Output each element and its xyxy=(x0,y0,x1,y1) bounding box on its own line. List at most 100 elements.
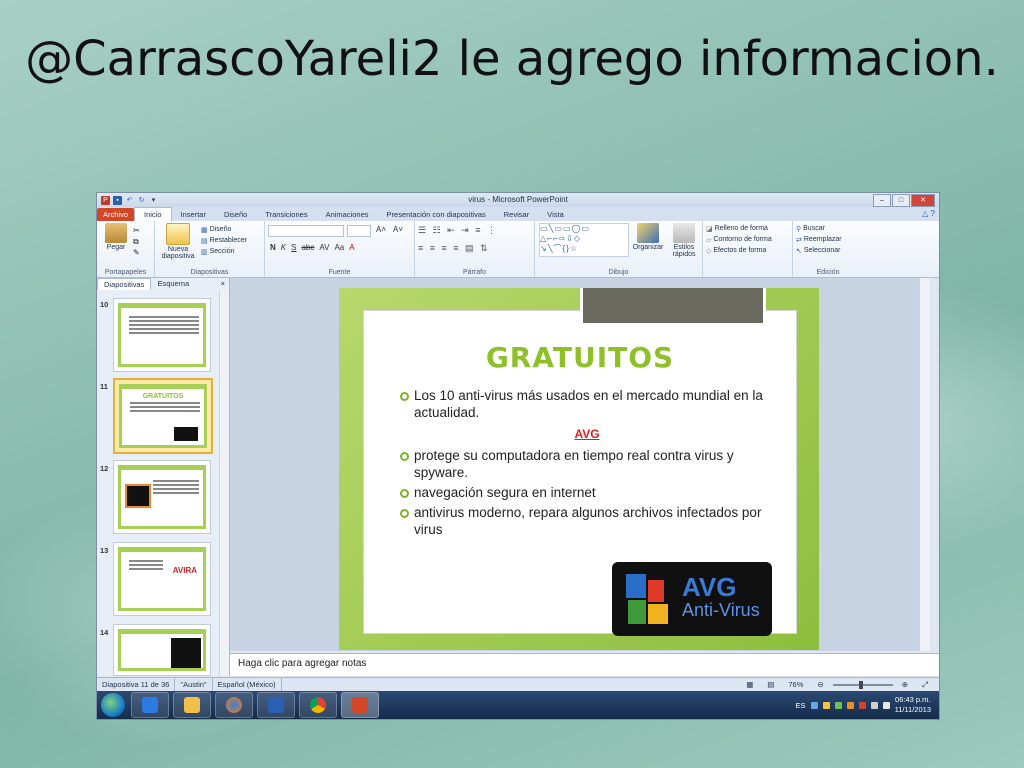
layout-button[interactable]: ▦ Diseño xyxy=(201,224,247,235)
clock-time: 06:43 p.m. xyxy=(895,695,931,704)
tab-transiciones[interactable]: Transiciones xyxy=(256,208,316,221)
tab-insertar[interactable]: Insertar xyxy=(172,208,215,221)
tab-outline[interactable]: Esquema xyxy=(151,278,195,290)
system-tray: ES 06:43 p.m. 11/11/2013 xyxy=(796,691,931,719)
shape-effects-button[interactable]: ◇ Efectos de forma xyxy=(706,245,789,256)
tab-animaciones[interactable]: Animaciones xyxy=(317,208,378,221)
grow-font-icon[interactable]: A˄ xyxy=(374,225,388,237)
shape-outline-button[interactable]: ▱ Contorno de forma xyxy=(706,234,789,245)
tab-revisar[interactable]: Revisar xyxy=(495,208,538,221)
slide-thumbnail[interactable] xyxy=(113,298,211,372)
zoom-slider[interactable] xyxy=(832,680,893,689)
select-button[interactable]: ↖ Seleccionar xyxy=(796,245,860,256)
group-portapapeles: Pegar ✂ ⧉ ✎ Portapapeles xyxy=(97,221,155,277)
tray-icon[interactable] xyxy=(810,701,818,709)
start-button[interactable] xyxy=(101,693,125,717)
list-buttons[interactable]: ☰ ☷ ⇤ ⇥ ≡ ⋮ xyxy=(418,225,531,236)
help-icon[interactable]: ? xyxy=(931,209,935,218)
view-sorter-icon[interactable]: ▤ xyxy=(762,678,779,691)
slide-thumbnail-selected[interactable]: GRATUITOS xyxy=(113,378,213,454)
current-slide[interactable]: GRATUITOS Los 10 anti-virus más usados e… xyxy=(339,288,819,650)
slide-editor: GRATUITOS Los 10 anti-virus más usados e… xyxy=(230,278,930,651)
reset-button[interactable]: ▤ Restablecer xyxy=(201,235,247,246)
network-icon[interactable] xyxy=(870,701,878,709)
quick-styles-button[interactable]: Estilos rápidos xyxy=(667,223,701,258)
zoom-out-icon[interactable]: ⊖ xyxy=(812,678,828,691)
windows-taskbar: ES 06:43 p.m. 11/11/2013 xyxy=(97,691,939,719)
new-slide-button[interactable]: Nueva diapositiva xyxy=(158,223,198,260)
taskbar-powerpoint[interactable] xyxy=(341,692,379,718)
slide-thumbnail[interactable]: AVIRA xyxy=(113,542,211,616)
tray-icon[interactable] xyxy=(822,701,830,709)
minimize-ribbon-icon[interactable]: △ xyxy=(922,209,928,218)
arrange-button[interactable]: Organizar xyxy=(631,223,665,251)
binoculars-icon: ⚲ xyxy=(796,225,802,233)
italic-button[interactable]: K xyxy=(279,243,288,252)
section-button[interactable]: ▥ Sección xyxy=(201,246,247,257)
close-button[interactable]: ✕ xyxy=(911,194,935,207)
char-spacing-button[interactable]: AV xyxy=(317,243,331,252)
font-size-field[interactable] xyxy=(347,225,371,237)
format-painter-icon[interactable]: ✎ xyxy=(133,247,140,258)
fit-to-window-icon[interactable]: ⤢ xyxy=(917,678,933,691)
slide-counter: Diapositiva 11 de 36 xyxy=(97,678,176,692)
find-button[interactable]: ⚲ Buscar xyxy=(796,223,860,234)
tab-diseno[interactable]: Diseño xyxy=(215,208,256,221)
editor-scrollbar[interactable] xyxy=(919,278,930,651)
tab-slides[interactable]: Diapositivas xyxy=(97,278,152,290)
volume-icon[interactable] xyxy=(882,701,890,709)
slide-body[interactable]: Los 10 anti-virus más usados en el merca… xyxy=(400,387,774,541)
taskbar-chrome[interactable] xyxy=(299,692,337,718)
tab-presentacion[interactable]: Presentación con diapositivas xyxy=(378,208,495,221)
zoom-in-icon[interactable]: ⊕ xyxy=(897,678,913,691)
group-dibujo: ▭╲▭▭◯▭ △⌐⌐⇨⇩◇ ↘╲⌒{}☆ Organizar Estilos ráp… xyxy=(535,221,703,277)
tab-inicio[interactable]: Inicio xyxy=(134,207,172,221)
slide-heading[interactable]: GRATUITOS xyxy=(364,341,796,374)
taskbar-media-player[interactable] xyxy=(131,692,169,718)
tray-icon[interactable] xyxy=(858,701,866,709)
tab-vista[interactable]: Vista xyxy=(538,208,573,221)
group-label: Portapapeles xyxy=(104,269,147,276)
chrome-icon xyxy=(310,697,326,713)
tab-archivo[interactable]: Archivo xyxy=(97,208,135,221)
copy-icon[interactable]: ⧉ xyxy=(133,236,140,247)
panel-scrollbar[interactable] xyxy=(219,290,229,676)
strikethrough-button[interactable]: abc xyxy=(299,243,316,252)
bold-button[interactable]: N xyxy=(268,243,278,252)
slide-thumbnail[interactable] xyxy=(113,624,211,676)
view-normal-icon[interactable]: ▦ xyxy=(741,678,758,691)
bullet-item: protege su computadora en tiempo real co… xyxy=(400,447,774,481)
align-buttons[interactable]: ≡ ≡ ≡ ≡ ▤ ⇅ xyxy=(418,243,531,254)
slide-number: 11 xyxy=(100,382,108,391)
font-color-button[interactable]: A xyxy=(347,243,356,252)
taskbar-word[interactable] xyxy=(257,692,295,718)
shrink-font-icon[interactable]: A˅ xyxy=(391,225,405,237)
arrange-label: Organizar xyxy=(632,244,664,251)
notes-pane[interactable]: Haga clic para agregar notas xyxy=(230,653,939,676)
cut-icon[interactable]: ✂ xyxy=(133,225,140,236)
avg-logo-image[interactable]: AVG Anti-Virus xyxy=(612,562,772,636)
panel-close-icon[interactable]: × xyxy=(221,278,229,290)
shape-fill-button[interactable]: ◪ Relleno de forma xyxy=(706,223,789,234)
zoom-level[interactable]: 76% xyxy=(783,678,808,691)
tray-icon[interactable] xyxy=(834,701,842,709)
shapes-gallery[interactable]: ▭╲▭▭◯▭ △⌐⌐⇨⇩◇ ↘╲⌒{}☆ xyxy=(539,223,629,257)
zoom-slider-handle[interactable] xyxy=(858,680,863,689)
paste-button[interactable]: Pegar xyxy=(100,223,132,251)
minimize-button[interactable]: – xyxy=(873,194,891,207)
language-bar[interactable]: ES xyxy=(796,701,806,710)
maximize-button[interactable]: □ xyxy=(892,194,910,207)
underline-button[interactable]: S xyxy=(289,243,298,252)
group-label: Dibujo xyxy=(608,269,629,276)
language-indicator[interactable]: Español (México) xyxy=(213,678,282,692)
window-title: virus - Microsoft PowerPoint xyxy=(468,195,568,204)
clock[interactable]: 06:43 p.m. 11/11/2013 xyxy=(895,695,931,715)
slide-thumbnail[interactable] xyxy=(113,460,211,534)
shape-fill-label: Relleno de forma xyxy=(714,225,768,232)
change-case-button[interactable]: Aa xyxy=(332,243,346,252)
tray-icon[interactable] xyxy=(846,701,854,709)
taskbar-explorer[interactable] xyxy=(173,692,211,718)
replace-button[interactable]: ⇄ Reemplazar xyxy=(796,234,860,245)
font-family-field[interactable] xyxy=(268,225,344,237)
taskbar-firefox[interactable] xyxy=(215,692,253,718)
